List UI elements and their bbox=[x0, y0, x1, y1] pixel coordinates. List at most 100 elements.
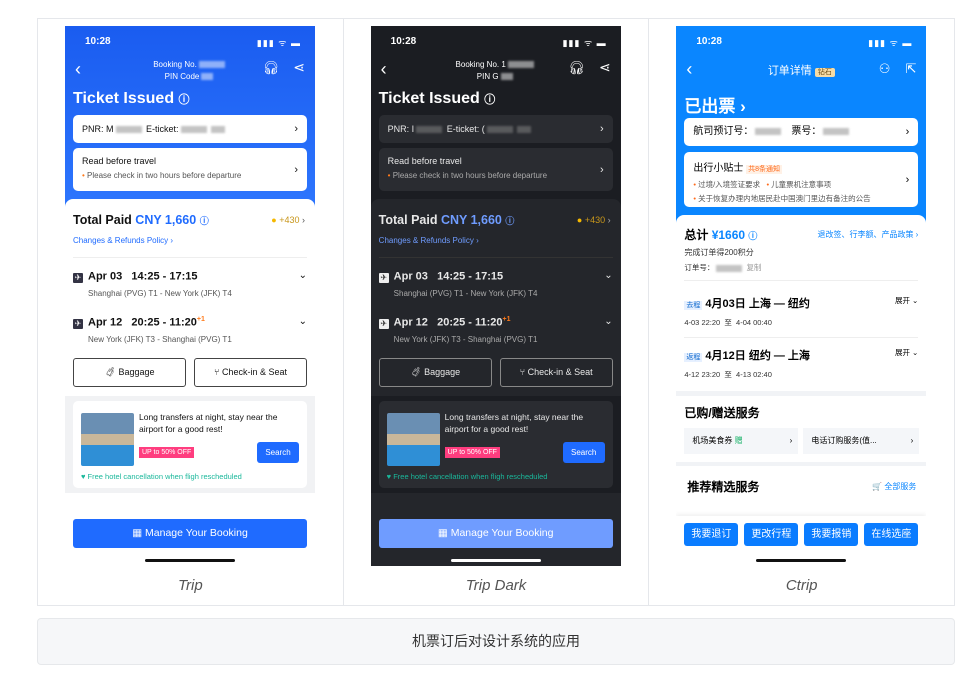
order-sheet: 总计 ¥1660 ⓘ 退改签、行李额、产品政策 › 完成订单得200积分 订单号… bbox=[676, 215, 927, 391]
service-item[interactable]: 电话订购服务(值... › bbox=[803, 428, 920, 454]
info-icon[interactable]: ⓘ bbox=[179, 94, 190, 106]
policy-link[interactable]: 退改签、行李额、产品政策 › bbox=[817, 229, 918, 240]
expand-icon[interactable]: ⌄ bbox=[604, 270, 612, 281]
info-icon[interactable]: ⓘ bbox=[484, 94, 495, 106]
search-hotel-button[interactable]: Search bbox=[257, 442, 299, 463]
expand-toggle[interactable]: 展开 ⌄ bbox=[895, 295, 918, 306]
help-icon[interactable]: ⓘ bbox=[748, 231, 757, 241]
checkin-label: Check-in & Seat bbox=[221, 367, 287, 377]
total-amount: CNY 1,660 bbox=[440, 213, 502, 227]
policy-text: 退改签、行李额、产品政策 bbox=[817, 230, 914, 239]
policy-link[interactable]: Changes & Refunds Policy › bbox=[379, 236, 479, 245]
discount-badge: UP to 50% OFF bbox=[139, 447, 195, 458]
next-day: +1 bbox=[196, 316, 205, 323]
status-icons: ▮▮▮ ᯤ ▬ bbox=[256, 38, 301, 48]
policy-link[interactable]: Changes & Refunds Policy › bbox=[73, 236, 173, 245]
baggage-icon: 🧳︎ bbox=[410, 367, 422, 377]
headset-icon[interactable]: 🎧︎ bbox=[262, 60, 279, 76]
checkin-seat-button[interactable]: ⑂ Check-in & Seat bbox=[194, 358, 307, 387]
phone-dark: 10:28 ▮▮▮ ᯤ ▬ ‹ Booking No. 1 PIN G 🎧︎ ⋖ … bbox=[370, 26, 621, 566]
hotel-promo: Long transfers at night, stay near the a… bbox=[370, 396, 621, 493]
flight-segment[interactable]: ✈ Apr 03 14:25 - 17:15 ⌄ Shanghai (PVG) T1 … bbox=[378, 270, 613, 298]
status-time: 10:28 bbox=[390, 36, 417, 47]
share-icon[interactable]: ⇱ bbox=[905, 61, 916, 77]
manage-booking-button[interactable]: ▦ Manage Your Booking bbox=[378, 519, 613, 548]
manage-booking-button[interactable]: ▦ Manage Your Booking bbox=[73, 519, 307, 548]
column-ctrip: 10:28 ▮▮▮ ᯤ ▬ ‹ 订单详情 钻石 ⚇ ⇱ 已出票 › 航司预订号：… bbox=[649, 19, 954, 605]
flight-title: 4月12日 纽约 — 上海 bbox=[705, 350, 810, 362]
headset-icon[interactable]: 🎧︎ bbox=[568, 60, 585, 76]
plane-icon: ✈ bbox=[378, 272, 389, 283]
total-amount: CNY 1,660 bbox=[135, 213, 197, 227]
promo-text: Long transfers at night, stay near the a… bbox=[444, 412, 584, 434]
flight-date: Apr 03 bbox=[393, 270, 428, 283]
info-icon[interactable]: ⓘ bbox=[200, 216, 209, 226]
ticket-status[interactable]: 已出票 › bbox=[684, 92, 745, 117]
grid-icon: ▦ bbox=[437, 527, 448, 539]
flight-segment[interactable]: ✈ Apr 03 14:25 - 17:15 ⌄ Shanghai (PVG) T1 … bbox=[73, 270, 307, 298]
points-badge[interactable]: ● +430 › bbox=[271, 215, 305, 225]
search-hotel-button[interactable]: Search bbox=[562, 442, 605, 463]
change-itinerary-button[interactable]: 更改行程 bbox=[744, 523, 799, 546]
reimburse-button[interactable]: 我要报销 bbox=[804, 523, 859, 546]
flight-route: Shanghai (PVG) T1 - New York (JFK) T4 bbox=[88, 288, 232, 298]
baggage-icon: 🧳︎ bbox=[104, 367, 116, 377]
baggage-button[interactable]: 🧳︎ Baggage bbox=[378, 358, 492, 387]
checkin-seat-button[interactable]: ⑂ Check-in & Seat bbox=[499, 358, 613, 387]
manage-label: Manage Your Booking bbox=[145, 527, 248, 539]
hotel-promo: Long transfers at night, stay near the a… bbox=[65, 396, 315, 493]
share-icon[interactable]: ⋖ bbox=[293, 59, 305, 76]
flight-tag: 返程 bbox=[684, 353, 703, 362]
plane-icon: ✈ bbox=[73, 272, 83, 283]
info-icon[interactable]: ⓘ bbox=[505, 216, 514, 226]
all-services-link[interactable]: 🛒 全部服务 bbox=[872, 481, 916, 492]
service-item[interactable]: 机场美食券 赠 › bbox=[684, 428, 799, 454]
status-title: 已出票 bbox=[684, 97, 736, 116]
chevron-right-icon: › bbox=[600, 123, 604, 135]
flight-return[interactable]: 返程 4月12日 纽约 — 上海 展开 ⌄ 4-12 23:20 至 4-13 0… bbox=[684, 347, 918, 380]
plane-icon: ✈ bbox=[73, 318, 83, 329]
pnr-card[interactable]: PNR: I E-ticket: (› bbox=[378, 115, 613, 143]
vip-badge: 钻石 bbox=[814, 68, 835, 77]
tips-card[interactable]: 出行小贴士 共8条通知 • 过境/入境签证要求 • 儿童票机注意事项 • 关于恢… bbox=[684, 152, 919, 207]
phone-ctrip: 10:28 ▮▮▮ ᯤ ▬ ‹ 订单详情 钻石 ⚇ ⇱ 已出票 › 航司预订号：… bbox=[676, 26, 927, 566]
pnr-card[interactable]: PNR: M E-ticket: › bbox=[73, 115, 307, 143]
tips-badge: 共8条通知 bbox=[746, 165, 783, 174]
booking-label: Booking No. bbox=[153, 60, 197, 69]
flight-segment[interactable]: ✈ Apr 12 20:25 - 11:20+1 ⌄ New York (JFK) T… bbox=[378, 316, 613, 344]
expand-icon[interactable]: ⌄ bbox=[299, 270, 307, 281]
refund-button[interactable]: 我要退订 bbox=[684, 523, 739, 546]
customer-service-icon[interactable]: ⚇ bbox=[879, 61, 891, 77]
hotel-image bbox=[81, 413, 134, 466]
flight-route: New York (JFK) T3 - Shanghai (PVG) T1 bbox=[393, 334, 538, 344]
expand-label: 展开 bbox=[894, 348, 910, 357]
total-label: Total Paid bbox=[73, 213, 132, 227]
policy-text: Changes & Refunds Policy bbox=[73, 236, 169, 245]
baggage-button[interactable]: 🧳︎ Baggage bbox=[73, 358, 186, 387]
points-badge[interactable]: ● +430 › bbox=[577, 215, 611, 225]
share-icon[interactable]: ⋖ bbox=[599, 59, 611, 76]
seat-icon: ⑂ bbox=[519, 367, 526, 377]
order-label: 订单号： bbox=[684, 263, 715, 272]
policy-text: Changes & Refunds Policy bbox=[378, 236, 474, 245]
expand-toggle[interactable]: 展开 ⌄ bbox=[895, 347, 918, 358]
phone-trip: 10:28 ▮▮▮ ᯤ ▬ ‹ Booking No. PIN Code 🎧︎ ⋖… bbox=[65, 26, 315, 566]
status-icons: ▮▮▮ ᯤ ▬ bbox=[868, 38, 913, 48]
pin-label: PIN G bbox=[476, 72, 499, 81]
flight-tag: 去程 bbox=[684, 301, 703, 310]
status-title: Ticket Issued bbox=[73, 90, 175, 107]
flight-segment[interactable]: ✈ Apr 12 20:25 - 11:20+1 ⌄ New York (JFK) T… bbox=[73, 316, 307, 344]
seat-icon: ⑂ bbox=[214, 367, 220, 377]
read-before-travel-card[interactable]: Read before travel • Please check in two … bbox=[73, 148, 307, 191]
flight-outbound[interactable]: 去程 4月03日 上海 — 纽约 展开 ⌄ 4-03 22:20 至 4-04 0… bbox=[684, 295, 918, 328]
expand-icon[interactable]: ⌄ bbox=[604, 316, 612, 327]
pnr-card[interactable]: 航司预订号： 票号： › bbox=[684, 118, 919, 146]
expand-icon[interactable]: ⌄ bbox=[299, 316, 307, 327]
read-before-travel-card[interactable]: Read before travel • Please check in two … bbox=[378, 148, 613, 191]
copy-button[interactable]: 复制 bbox=[746, 263, 761, 272]
seat-selection-button[interactable]: 在线选座 bbox=[864, 523, 919, 546]
flight-times: 4-12 23:20 至 4-13 02:40 bbox=[684, 370, 772, 379]
total-label: Total Paid bbox=[378, 213, 438, 227]
baggage-label: Baggage bbox=[424, 367, 461, 377]
heart-icon: ♥ bbox=[81, 472, 86, 481]
